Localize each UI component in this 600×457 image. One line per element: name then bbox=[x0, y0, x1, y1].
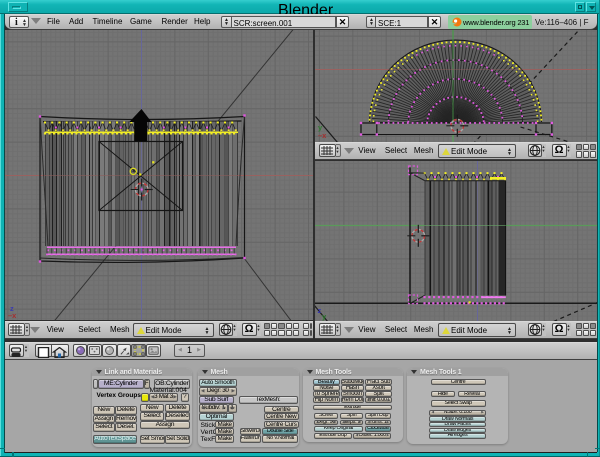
svg-text:–x: –x bbox=[8, 311, 17, 320]
svg-text:–x: –x bbox=[318, 131, 327, 140]
svg-text:z: z bbox=[317, 306, 321, 315]
